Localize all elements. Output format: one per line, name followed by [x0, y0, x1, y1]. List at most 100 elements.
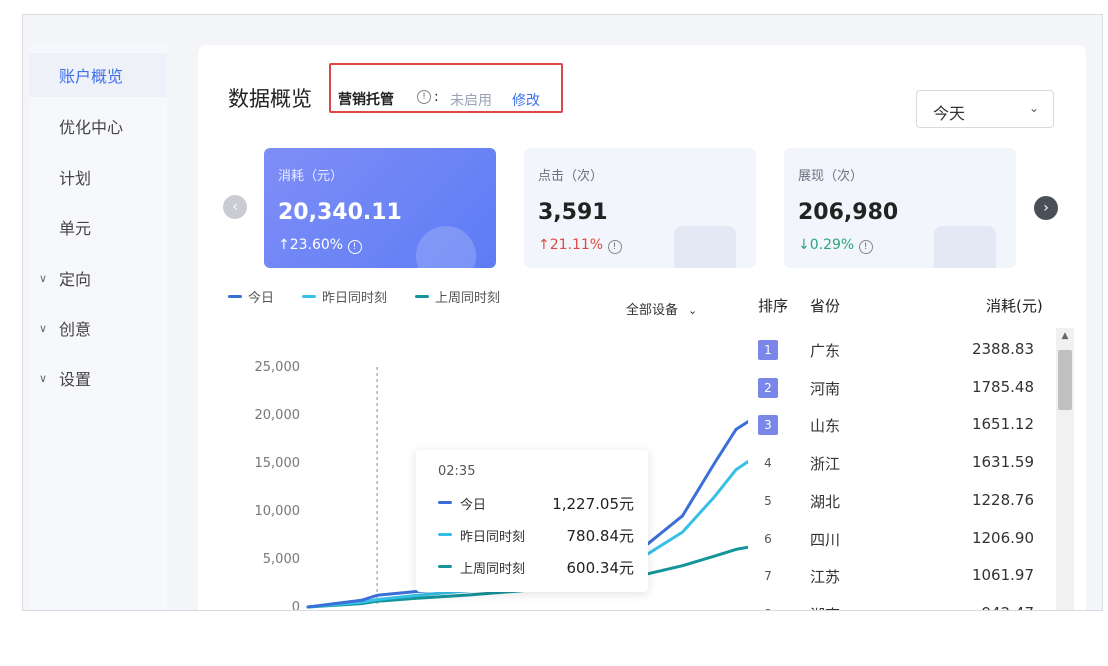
card-title: 消耗（元）	[278, 169, 344, 184]
sidebar-item-label: 单元	[59, 219, 92, 238]
card-title: 点击（次）	[538, 169, 604, 184]
sidebar-item-label: 创意	[59, 320, 92, 339]
rank-badge: 7	[764, 569, 772, 584]
sidebar-item-account-overview[interactable]: 账户概览	[29, 53, 167, 97]
table-row: 7 江苏 1061.97	[754, 556, 1054, 594]
date-range-select[interactable]: 今天 ⌄	[916, 90, 1054, 128]
trend-value: ↑21.11%	[538, 237, 604, 253]
info-icon[interactable]: !	[858, 240, 873, 254]
province-cost: 1061.97	[971, 566, 1034, 585]
tooltip-swatch	[438, 501, 452, 504]
metric-card-cost[interactable]: 消耗（元） 20,340.11 ↑23.60% !	[264, 148, 496, 268]
legend-label: 昨日同时刻	[322, 291, 388, 306]
province-name: 江苏	[810, 568, 841, 587]
document-icon	[934, 226, 996, 268]
sidebar-item-creative[interactable]: ∨ 创意	[29, 306, 167, 350]
scroll-up-icon[interactable]: ▲	[1056, 331, 1074, 345]
page-title: 数据概览	[228, 87, 312, 111]
table-row: 5 湖北 1228.76	[754, 481, 1054, 519]
card-title: 展现（次）	[798, 169, 864, 184]
tooltip-series-name: 昨日同时刻	[460, 530, 526, 545]
hosting-modify-link[interactable]: 修改	[512, 90, 540, 110]
card-trend: ↑21.11% !	[538, 237, 622, 254]
table-row: 2 河南 1785.48	[754, 368, 1054, 406]
scrollbar-thumb[interactable]	[1058, 350, 1072, 410]
rank-badge: 8	[758, 604, 778, 610]
device-select[interactable]: 全部设备 ⌄	[626, 299, 697, 318]
legend-swatch	[228, 295, 242, 298]
bar-chart-icon	[674, 226, 736, 268]
chevron-down-icon: ⌄	[1028, 101, 1039, 115]
rank-badge: 2	[758, 377, 778, 398]
chevron-down-icon: ∨	[39, 271, 48, 285]
chevron-down-icon: ⌄	[688, 304, 698, 317]
tooltip-series-value: 600.34元	[566, 559, 635, 577]
info-icon[interactable]: !	[607, 240, 622, 254]
ranking-header-rank: 排序	[758, 297, 789, 315]
y-tick-label: 20,000	[255, 408, 301, 423]
sidebar-item-optimization[interactable]: 优化中心	[29, 104, 167, 148]
legend-item-yesterday[interactable]: 昨日同时刻	[302, 287, 387, 306]
sidebar-item-unit[interactable]: 单元	[29, 205, 167, 249]
sidebar-item-settings[interactable]: ∨ 设置	[29, 356, 167, 400]
province-name: 四川	[810, 530, 841, 549]
ranking-list[interactable]: 1 广东 2388.83 2 河南 1785.48 3 山东 1651.12 4 浙江 1631.59…	[754, 330, 1054, 610]
chevron-down-icon: ∨	[39, 371, 48, 385]
province-name: 湖南	[810, 604, 840, 610]
date-range-value: 今天	[933, 104, 966, 123]
table-row: 8 湖南 942.47	[754, 594, 1054, 610]
info-icon[interactable]: !	[347, 240, 362, 254]
card-value: 3,591	[538, 200, 608, 225]
hosting-status: 未启用	[450, 93, 492, 109]
table-row: 1 广东 2388.83	[754, 330, 1054, 368]
legend-label: 上周同时刻	[435, 291, 501, 306]
y-tick-label: 5,000	[263, 552, 300, 567]
carousel-prev-button[interactable]: ‹	[223, 195, 247, 219]
sidebar-item-targeting[interactable]: ∨ 定向	[29, 256, 167, 300]
y-tick-label: 25,000	[255, 360, 301, 375]
sidebar-item-label: 计划	[59, 169, 92, 188]
sidebar-item-label: 优化中心	[59, 118, 124, 137]
scroll-down-icon[interactable]: ▼	[1056, 610, 1074, 611]
tooltip-series-name: 今日	[460, 498, 487, 513]
card-value: 20,340.11	[278, 200, 402, 225]
tooltip-row-yesterday: 昨日同时刻 780.84元	[438, 524, 634, 546]
province-cost: 942.47	[982, 604, 1035, 610]
ranking-scrollbar[interactable]: ▲ ▼	[1056, 328, 1074, 611]
legend-swatch	[302, 295, 317, 298]
sidebar-item-label: 设置	[59, 370, 92, 389]
card-trend: ↓0.29% !	[798, 237, 873, 254]
legend-label: 今日	[248, 291, 275, 306]
table-row: 3 山东 1651.12	[754, 405, 1054, 443]
table-row: 4 浙江 1631.59	[754, 443, 1054, 481]
yen-coin-icon	[416, 226, 476, 268]
metric-card-clicks[interactable]: 点击（次） 3,591 ↑21.11% !	[524, 148, 756, 268]
carousel-next-button[interactable]: ›	[1034, 196, 1058, 220]
sidebar-item-label: 账户概览	[59, 67, 124, 86]
trend-value: ↓0.29%	[798, 237, 855, 253]
main-panel: 数据概览 营销托管 ! : 未启用 修改 今天 ⌄ ‹ › 消耗（元） 20,3…	[198, 45, 1086, 611]
rank-badge: 4	[764, 456, 772, 471]
province-cost: 1206.90	[971, 528, 1034, 547]
province-name: 山东	[810, 417, 841, 436]
province-cost: 1651.12	[971, 415, 1034, 434]
sidebar-item-label: 定向	[59, 270, 92, 289]
province-name: 广东	[810, 342, 841, 360]
rank-badge: 6	[764, 531, 772, 546]
rank-badge: 3	[758, 415, 778, 436]
legend-item-today[interactable]: 今日	[228, 287, 274, 306]
device-select-value: 全部设备	[626, 303, 679, 318]
sidebar-item-plan[interactable]: 计划	[29, 155, 167, 199]
tooltip-row-today: 今日 1,227.05元	[438, 492, 634, 514]
card-value: 206,980	[798, 200, 899, 225]
table-row: 6 四川 1206.90	[754, 519, 1054, 557]
hosting-colon: :	[434, 89, 439, 105]
legend-item-last-week[interactable]: 上周同时刻	[415, 287, 500, 306]
metric-card-impressions[interactable]: 展现（次） 206,980 ↓0.29% !	[784, 148, 1016, 268]
sidebar: 账户概览 优化中心 计划 单元 ∨ 定向 ∨ 创意 ∨ 设置	[29, 45, 167, 610]
hosting-label: 营销托管	[338, 92, 394, 108]
info-icon[interactable]: !	[417, 90, 431, 104]
chart-legend: 今日 昨日同时刻 上周同时刻	[228, 287, 500, 306]
legend-swatch	[415, 295, 430, 298]
app-frame: 账户概览 优化中心 计划 单元 ∨ 定向 ∨ 创意 ∨ 设置 数据概览 营销托管…	[22, 14, 1103, 611]
